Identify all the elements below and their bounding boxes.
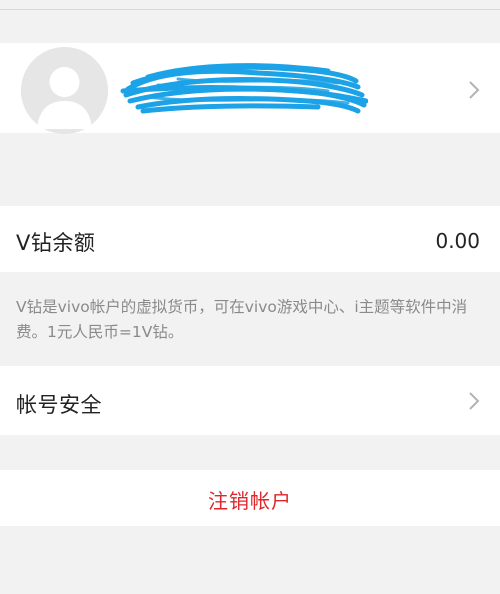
logout-account-label: 注销帐户 — [208, 489, 292, 513]
logout-account-button[interactable]: 注销帐户 — [0, 470, 500, 526]
default-user-avatar-icon — [21, 47, 108, 134]
balance-description: V钻是vivo帐户的虚拟货币，可在vivo游戏中心、i主题等软件中消费。1元人民… — [16, 298, 468, 341]
chevron-right-icon — [469, 392, 480, 410]
profile-card[interactable] — [0, 43, 500, 134]
balance-label: V钻余额 — [16, 231, 96, 255]
balance-row: V钻余额 0.00 — [0, 206, 500, 272]
chevron-right-icon — [469, 81, 480, 99]
avatar — [21, 47, 108, 134]
redacted-username-scribble — [120, 63, 368, 114]
top-divider — [0, 0, 500, 10]
account-security-label: 帐号安全 — [16, 393, 102, 417]
account-security-row[interactable]: 帐号安全 — [0, 366, 500, 435]
balance-value: 0.00 — [435, 229, 480, 253]
